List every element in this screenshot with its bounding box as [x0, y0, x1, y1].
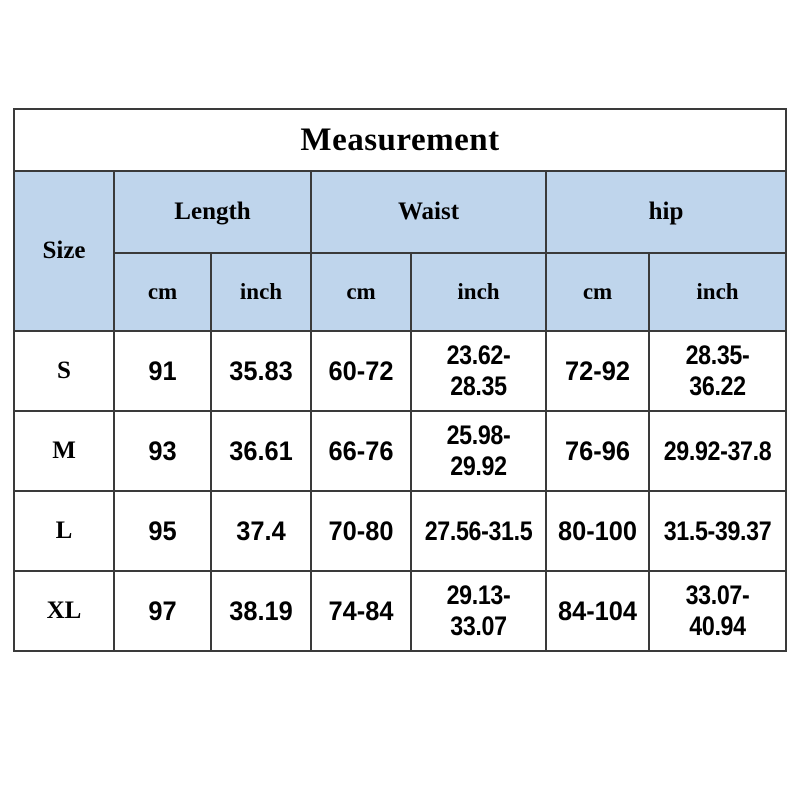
column-group-waist: Waist [310, 170, 547, 254]
table-row: M 93 36.61 66-76 25.98-29.92 76-96 29.92… [13, 410, 786, 492]
cell-waist-cm: 74-84 [313, 570, 409, 652]
table-row: XL 97 38.19 74-84 29.13-33.07 84-104 33.… [13, 570, 786, 652]
cell-size: XL [13, 570, 115, 652]
cell-length-inch: 37.4 [213, 490, 309, 572]
cell-size: L [13, 490, 115, 572]
cell-waist-inch: 23.62-28.35 [419, 330, 538, 412]
column-group-length: Length [113, 170, 312, 254]
cell-length-cm: 97 [115, 570, 210, 652]
cell-hip-inch: 33.07-40.94 [657, 570, 778, 652]
group-header-row: Size Length Waist hip [13, 170, 788, 332]
cell-waist-inch: 27.56-31.5 [419, 490, 538, 572]
cell-waist-cm: 70-80 [313, 490, 409, 572]
cell-waist-cm: 60-72 [313, 330, 409, 412]
cell-length-cm: 91 [115, 330, 210, 412]
unit-header-length-inch: inch [210, 252, 312, 332]
measurement-size-chart: Measurement Size Length Waist hip cm inc… [12, 108, 788, 652]
cell-hip-inch: 31.5-39.37 [657, 490, 778, 572]
cell-length-inch: 36.61 [213, 410, 309, 492]
cell-length-inch: 35.83 [213, 330, 309, 412]
cell-hip-inch: 29.92-37.8 [657, 410, 778, 492]
cell-waist-inch: 29.13-33.07 [419, 570, 538, 652]
table-row: L 95 37.4 70-80 27.56-31.5 80-100 31.5-3… [13, 490, 786, 572]
unit-header-length-cm: cm [113, 252, 212, 332]
column-group-hip: hip [544, 170, 788, 254]
column-header-size: Size [13, 170, 115, 332]
unit-header-hip-cm: cm [545, 252, 650, 332]
cell-length-inch: 38.19 [213, 570, 309, 652]
cell-size: M [13, 410, 115, 492]
cell-waist-cm: 66-76 [313, 410, 409, 492]
cell-hip-cm: 76-96 [548, 410, 647, 492]
table-title-row: Measurement [12, 108, 788, 172]
cell-hip-cm: 84-104 [548, 570, 647, 652]
cell-waist-inch: 25.98-29.92 [419, 410, 538, 492]
unit-header-waist-inch: inch [410, 252, 547, 332]
unit-header-row: cm inch cm inch cm inch [14, 252, 788, 332]
cell-length-cm: 93 [115, 410, 210, 492]
cell-hip-cm: 72-92 [548, 330, 647, 412]
cell-hip-cm: 80-100 [548, 490, 647, 572]
cell-hip-inch: 28.35-36.22 [657, 330, 778, 412]
chart-title: Measurement [12, 108, 788, 172]
size-chart-table: Measurement Size Length Waist hip cm inc… [12, 108, 788, 652]
cell-length-cm: 95 [115, 490, 210, 572]
unit-header-waist-cm: cm [310, 252, 412, 332]
cell-size: S [13, 330, 115, 412]
unit-header-hip-inch: inch [647, 252, 788, 332]
table-row: S 91 35.83 60-72 23.62-28.35 72-92 28.35… [13, 330, 786, 412]
